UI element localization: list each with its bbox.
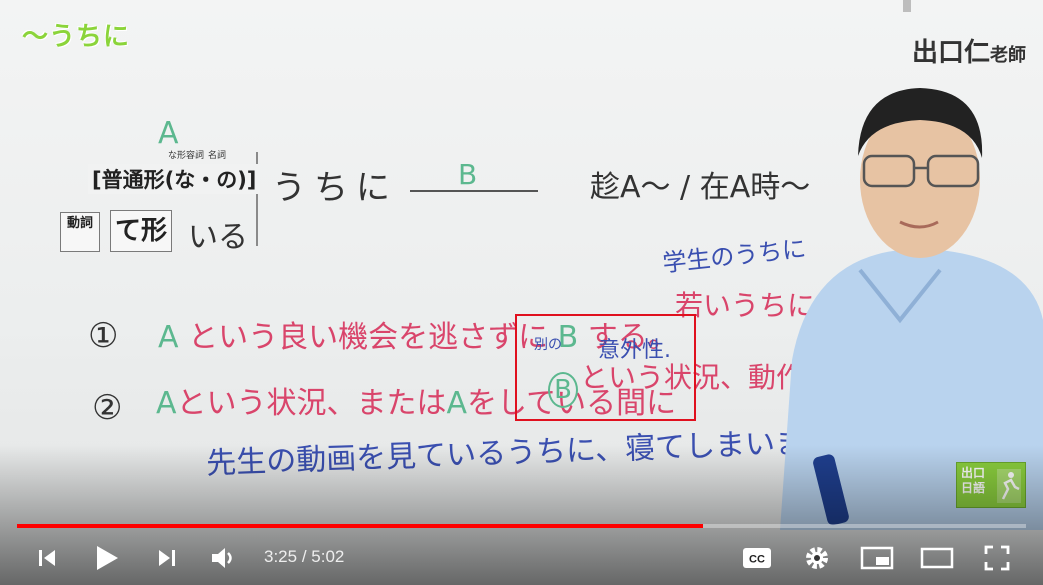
current-time: 3:25 [264,547,298,566]
previous-button[interactable] [32,540,62,576]
item2-a1: A [156,386,177,421]
item1-number: ① [88,316,119,356]
form-bracket: [普通形(な・の)] [88,164,261,194]
board-uchini: うちに [272,168,398,208]
board-edge [903,0,911,12]
previous-icon [39,550,55,566]
settings-button[interactable] [800,540,834,576]
duration: 5:02 [311,547,345,566]
settings-icon [806,547,828,569]
play-icon [97,546,118,570]
verb-tag: 動詞 [60,212,100,252]
miniplayer-button[interactable] [858,540,896,576]
te-form-box: て形 [110,210,173,252]
progress-bar[interactable] [17,524,1026,528]
video-title: 〜うちに [22,22,131,52]
logo-text: 出口 日語 [961,466,986,495]
board-label-a: A [158,116,179,151]
item2-text1: という状況、または [176,386,447,421]
play-button[interactable] [92,540,122,576]
fullscreen-icon [984,545,1010,571]
volume-icon [212,548,232,568]
channel-logo: 出口 日語 [956,462,1026,508]
progress-fill [17,524,704,528]
example-sentence: 先生の動画を見ているうちに、寝てしまいま [205,425,806,482]
time-separator: / [297,547,312,566]
subtitles-icon: CC [743,548,771,568]
svg-text:CC: CC [749,554,765,566]
item1-a: A [158,320,179,355]
highlight-box [515,314,696,421]
fullscreen-button[interactable] [980,540,1014,576]
theater-icon [920,547,954,569]
teacher-figure [780,88,1043,530]
next-button[interactable] [152,540,182,576]
board-iru: いる [188,220,248,255]
next-icon [159,550,175,566]
miniplayer-icon [860,546,894,570]
blank-b: B [458,158,478,191]
time-display: 3:25 / 5:02 [264,547,344,567]
subtitles-button[interactable]: CC [740,540,774,576]
video-frame[interactable]: 〜うちに 出口仁老師 A な形容詞 名詞 [普通形(な・の)] 動詞 て形 いる… [0,0,1043,585]
na-adj-hint: な形容詞 [168,151,205,161]
item1-text: という良い機会を逃さずに [188,320,549,355]
volume-button[interactable] [206,540,240,576]
theater-mode-button[interactable] [918,540,956,576]
item2-number: ② [92,388,123,428]
item2-a2: A [446,386,468,421]
exit-runner-icon [997,469,1021,503]
noun-hint: 名詞 [208,151,227,161]
